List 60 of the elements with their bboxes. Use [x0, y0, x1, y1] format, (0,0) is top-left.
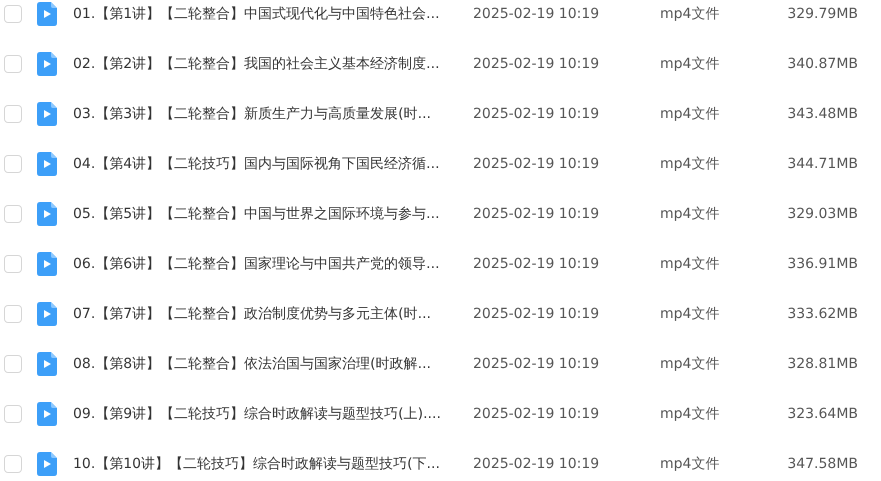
checkbox[interactable]: [4, 55, 22, 73]
file-type: mp4文件: [660, 304, 720, 324]
video-file-icon: [37, 302, 57, 326]
file-size: 340.87MB: [786, 54, 858, 74]
video-file-icon: [37, 252, 57, 276]
video-file-icon: [37, 202, 57, 226]
file-size: 329.03MB: [786, 204, 858, 224]
checkbox[interactable]: [4, 205, 22, 223]
file-size: 344.71MB: [786, 154, 858, 174]
file-name: 04.【第4讲】【二轮技巧】国内与国际视角下国民经济循...: [73, 154, 441, 174]
file-date: 2025-02-19 10:19: [473, 454, 600, 474]
file-size: 333.62MB: [786, 304, 858, 324]
file-size: 347.58MB: [786, 454, 858, 474]
video-file-icon: [37, 102, 57, 126]
checkbox[interactable]: [4, 155, 22, 173]
file-type: mp4文件: [660, 454, 720, 474]
checkbox[interactable]: [4, 105, 22, 123]
checkbox[interactable]: [4, 5, 22, 23]
file-size: 343.48MB: [786, 104, 858, 124]
video-file-icon: [37, 452, 57, 476]
file-type: mp4文件: [660, 104, 720, 124]
video-file-icon: [37, 152, 57, 176]
file-name: 07.【第7讲】【二轮整合】政治制度优势与多元主体(时...: [73, 304, 432, 324]
file-date: 2025-02-19 10:19: [473, 254, 600, 274]
file-date: 2025-02-19 10:19: [473, 304, 600, 324]
file-name: 08.【第8讲】【二轮整合】依法治国与国家治理(时政解...: [73, 354, 432, 374]
file-date: 2025-02-19 10:19: [473, 354, 600, 374]
file-name: 01.【第1讲】【二轮整合】中国式现代化与中国特色社会...: [73, 4, 441, 24]
checkbox[interactable]: [4, 405, 22, 423]
video-file-icon: [37, 402, 57, 426]
file-type: mp4文件: [660, 54, 720, 74]
file-name: 02.【第2讲】【二轮整合】我国的社会主义基本经济制度...: [73, 54, 441, 74]
file-size: 328.81MB: [786, 354, 858, 374]
file-date: 2025-02-19 10:19: [473, 54, 600, 74]
file-name: 09.【第9讲】【二轮技巧】综合时政解读与题型技巧(上)....: [73, 404, 442, 424]
video-file-icon: [37, 352, 57, 376]
file-date: 2025-02-19 10:19: [473, 404, 600, 424]
file-type: mp4文件: [660, 154, 720, 174]
file-size: 329.79MB: [786, 4, 858, 24]
file-type: mp4文件: [660, 204, 720, 224]
file-name: 10.【第10讲】【二轮技巧】综合时政解读与题型技巧(下...: [73, 454, 441, 474]
file-type: mp4文件: [660, 4, 720, 24]
checkbox[interactable]: [4, 255, 22, 273]
file-size: 323.64MB: [786, 404, 858, 424]
file-date: 2025-02-19 10:19: [473, 4, 600, 24]
file-name: 03.【第3讲】【二轮整合】新质生产力与高质量发展(时...: [73, 104, 432, 124]
file-type: mp4文件: [660, 404, 720, 424]
file-size: 336.91MB: [786, 254, 858, 274]
file-type: mp4文件: [660, 254, 720, 274]
checkbox[interactable]: [4, 455, 22, 473]
file-date: 2025-02-19 10:19: [473, 154, 600, 174]
checkbox[interactable]: [4, 355, 22, 373]
checkbox[interactable]: [4, 305, 22, 323]
file-name: 05.【第5讲】【二轮整合】中国与世界之国际环境与参与...: [73, 204, 441, 224]
file-date: 2025-02-19 10:19: [473, 204, 600, 224]
file-date: 2025-02-19 10:19: [473, 104, 600, 124]
file-name: 06.【第6讲】【二轮整合】国家理论与中国共产党的领导...: [73, 254, 441, 274]
video-file-icon: [37, 52, 57, 76]
file-type: mp4文件: [660, 354, 720, 374]
video-file-icon: [37, 2, 57, 26]
